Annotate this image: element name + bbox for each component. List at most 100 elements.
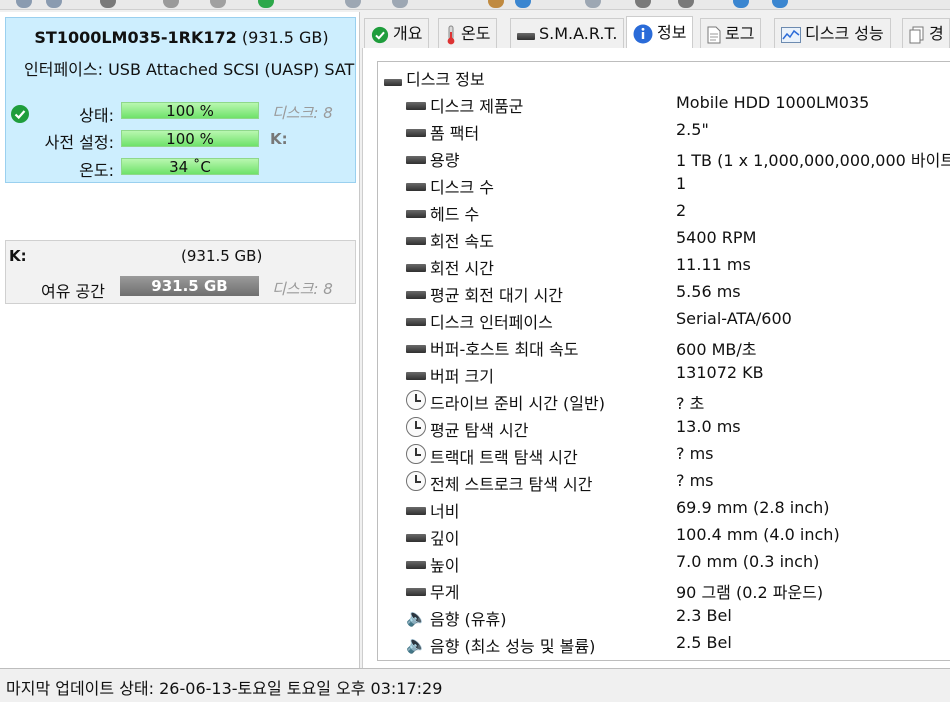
volume-disk-note: 디스크: 8 (272, 280, 333, 298)
info-row-label: 음향 (유휴) (430, 610, 507, 629)
info-row[interactable]: 디스크 인터페이스 Serial-ATA/600 (378, 306, 950, 333)
toolbar-settings-icon[interactable] (210, 0, 226, 8)
hdd-icon (406, 123, 426, 141)
info-row[interactable]: 회전 시간 11.11 ms (378, 252, 950, 279)
info-row[interactable]: 깊이 100.4 mm (4.0 inch) (378, 522, 950, 549)
tab-info[interactable]: 정보 (626, 16, 694, 50)
hdd-icon (406, 312, 426, 330)
info-row-value: 11.11 ms (676, 255, 751, 274)
info-row-value: 1 (676, 174, 687, 193)
disk-info-group-label: 디스크 정보 (406, 70, 485, 89)
toolbar-info-icon[interactable] (46, 0, 62, 8)
toolbar-tool-icon[interactable] (345, 0, 361, 8)
info-row-value: 2.5" (676, 120, 709, 139)
info-list[interactable]: 디스크 정보 디스크 제품군 Mobile HDD 1000LM035 폼 팩터 2.… (377, 61, 950, 661)
speaker-icon: 🔈 (406, 635, 428, 655)
tab-overview-label: 개요 (393, 24, 423, 43)
tab-temperature[interactable]: 온도 (438, 18, 498, 48)
toolbar-disc-icon[interactable] (585, 0, 601, 8)
info-row[interactable]: 디스크 제품군 Mobile HDD 1000LM035 (378, 90, 950, 117)
toolbar-globe-icon[interactable] (392, 0, 408, 8)
tab-smart[interactable]: S.M.A.R.T. (510, 18, 625, 48)
info-row[interactable]: 무게 90 그램 (0.2 파운드) (378, 576, 950, 603)
preset-label: 사전 설정: (44, 133, 114, 152)
info-row[interactable]: 폼 팩터 2.5" (378, 117, 950, 144)
info-row[interactable]: 회전 속도 5400 RPM (378, 225, 950, 252)
toolbar-refresh-icon[interactable] (100, 0, 116, 8)
info-row-value: 100.4 mm (4.0 inch) (676, 525, 840, 544)
info-row-value: 600 MB/초 (676, 340, 757, 359)
interface-label: 인터페이스: (24, 60, 103, 79)
volume-card[interactable]: K: (931.5 GB) 여유 공간 931.5 GB 디스크: 8 (5, 240, 356, 304)
info-row[interactable]: 평균 회전 대기 시간 5.56 ms (378, 279, 950, 306)
info-row[interactable]: 전체 스트로크 탐색 시간 ? ms (378, 468, 950, 495)
toolbar-forward-icon[interactable] (678, 0, 694, 8)
disk-title: ST1000LM035-1RK172 (931.5 GB) (6, 28, 357, 47)
info-row-label: 드라이브 준비 시간 (일반) (430, 394, 605, 413)
toolbar-help-icon[interactable] (733, 0, 749, 8)
info-row-value: 2.5 Bel (676, 633, 732, 652)
free-space-label: 여유 공간 (41, 282, 105, 301)
speaker-icon: 🔈 (406, 608, 428, 628)
clock-icon (406, 417, 426, 441)
info-row-value: 1 TB (1 x 1,000,000,000,000 바이트) (676, 151, 950, 170)
toolbar-battery-icon[interactable] (488, 0, 504, 8)
info-row[interactable]: 트랙대 트랙 탐색 시간 ? ms (378, 441, 950, 468)
info-row[interactable]: 버퍼-호스트 최대 속도 600 MB/초 (378, 333, 950, 360)
info-row-label: 디스크 인터페이스 (430, 313, 553, 332)
info-row[interactable]: 버퍼 크기 131072 KB (378, 360, 950, 387)
check-icon (371, 26, 389, 43)
info-row-value: 131072 KB (676, 363, 764, 382)
toolbar-back-icon[interactable] (635, 0, 651, 8)
toolbar-monitor-icon[interactable] (515, 0, 531, 8)
info-row-label: 회전 속도 (430, 232, 494, 251)
toolbar-about-icon[interactable] (772, 0, 788, 8)
info-row[interactable]: 드라이브 준비 시간 (일반) ? 초 (378, 387, 950, 414)
info-row-value: ? 초 (676, 394, 705, 413)
info-row-value: 5.56 ms (676, 282, 741, 301)
preset-bar: 100 % (121, 130, 259, 147)
status-bar: 마지막 업데이트 상태: 26-06-13-토요일 토요일 오후 03:17:2… (0, 668, 950, 702)
disk-card[interactable]: ST1000LM035-1RK172 (931.5 GB) 인터페이스: USB… (5, 17, 356, 183)
tab-log-label: 로그 (725, 24, 755, 43)
info-row-value: 2.3 Bel (676, 606, 732, 625)
disk-info-group-header[interactable]: 디스크 정보 (384, 66, 485, 90)
free-space-bar: 931.5 GB (120, 276, 259, 296)
info-row[interactable]: 헤드 수 2 (378, 198, 950, 225)
info-row-value: 2 (676, 201, 687, 220)
info-row-label: 디스크 제품군 (430, 97, 524, 116)
info-row-value: 90 그램 (0.2 파운드) (676, 583, 824, 602)
clock-icon (406, 471, 426, 495)
hdd-icon (406, 366, 426, 384)
info-row[interactable]: 용량 1 TB (1 x 1,000,000,000,000 바이트) (378, 144, 950, 171)
info-row[interactable]: 🔈 음향 (유휴) 2.3 Bel (378, 603, 950, 630)
info-row-label: 전체 스트로크 탐색 시간 (430, 475, 593, 494)
hdd-icon (406, 501, 426, 519)
info-icon (633, 24, 653, 43)
volume-letter: K: (9, 247, 27, 265)
info-row[interactable]: 높이 7.0 mm (0.3 inch) (378, 549, 950, 576)
info-row-value: 13.0 ms (676, 417, 741, 436)
info-row-label: 평균 회전 대기 시간 (430, 286, 564, 305)
toolbar-disk-icon[interactable] (16, 0, 32, 8)
hdd-icon (406, 177, 426, 195)
tab-more[interactable]: 경 (902, 18, 950, 48)
tab-log[interactable]: 로그 (700, 18, 762, 48)
info-row-label: 무게 (430, 583, 460, 602)
tab-overview[interactable]: 개요 (364, 18, 430, 48)
info-row[interactable]: 🔈 음향 (최소 성능 및 볼륨) 2.5 Bel (378, 630, 950, 657)
tab-temperature-label: 온도 (461, 24, 491, 43)
info-row[interactable]: 디스크 수 1 (378, 171, 950, 198)
toolbar-config-icon[interactable] (163, 0, 179, 8)
info-row-label: 디스크 수 (430, 178, 494, 197)
disk-list-panel: ST1000LM035-1RK172 (931.5 GB) 인터페이스: USB… (0, 12, 360, 668)
toolbar-ok-icon[interactable] (258, 0, 274, 8)
info-row-label: 폼 팩터 (430, 124, 480, 143)
info-row-value: 69.9 mm (2.8 inch) (676, 498, 830, 517)
info-row[interactable]: 너비 69.9 mm (2.8 inch) (378, 495, 950, 522)
disk-card-spacer (5, 183, 356, 246)
info-row-label: 음향 (최소 성능 및 볼륨) (430, 637, 596, 656)
tab-disk-performance[interactable]: 디스크 성능 (774, 18, 891, 48)
info-row[interactable]: 평균 탐색 시간 13.0 ms (378, 414, 950, 441)
interface-row: 인터페이스: USB Attached SCSI (UASP) SAT (24, 56, 357, 80)
